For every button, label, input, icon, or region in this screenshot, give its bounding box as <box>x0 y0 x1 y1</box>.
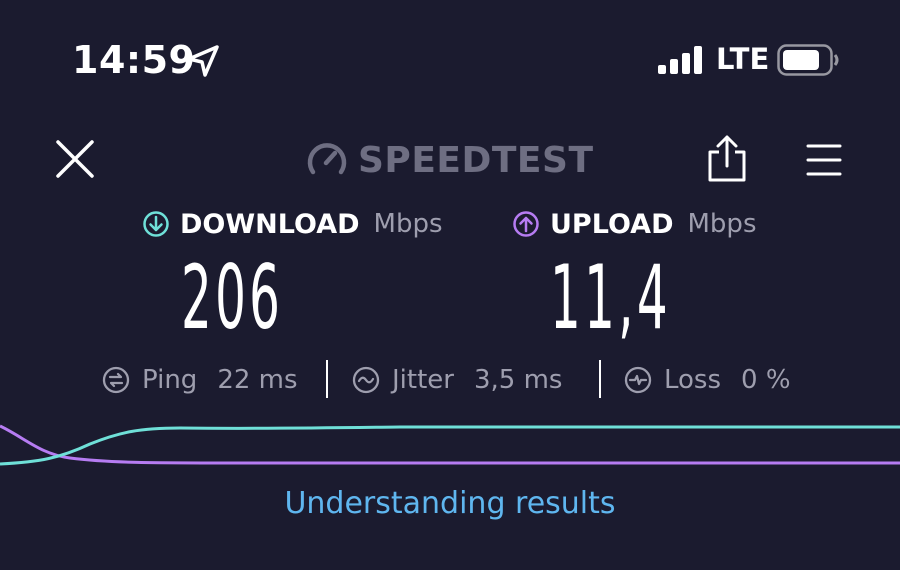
close-icon[interactable] <box>52 136 98 182</box>
download-arrow-icon <box>143 211 169 237</box>
ping-stat: Ping 22 ms <box>102 362 298 398</box>
understanding-results-link[interactable]: Understanding results <box>0 486 900 521</box>
loss-stat: Loss 0 % <box>624 362 791 398</box>
stat-divider <box>326 360 328 398</box>
speed-graph <box>0 424 900 466</box>
speedometer-icon <box>307 143 347 175</box>
upload-header: UPLOAD Mbps <box>512 206 757 242</box>
brand-logo: SPEEDTEST <box>306 138 594 182</box>
menu-icon[interactable] <box>806 142 842 178</box>
download-unit: Mbps <box>373 209 443 239</box>
packet-loss-icon <box>624 366 652 394</box>
upload-unit: Mbps <box>687 209 757 239</box>
jitter-icon <box>352 366 380 394</box>
download-value: 206 <box>181 246 284 349</box>
upload-value: 11,4 <box>550 246 671 349</box>
jitter-label: Jitter <box>392 365 454 395</box>
jitter-stat: Jitter 3,5 ms <box>352 362 562 398</box>
location-arrow-icon <box>187 45 219 77</box>
loss-label: Loss <box>664 365 722 395</box>
ping-icon <box>102 366 130 394</box>
jitter-value: 3,5 ms <box>473 365 563 395</box>
stat-divider <box>599 360 601 398</box>
share-icon[interactable] <box>706 134 748 184</box>
upload-label: UPLOAD <box>550 208 674 240</box>
loss-value: 0 % <box>741 365 791 395</box>
download-graph-line <box>0 425 900 466</box>
status-time: 14:59 <box>72 38 196 82</box>
network-type: LTE <box>716 42 770 76</box>
ping-label: Ping <box>142 365 198 395</box>
brand-name: SPEEDTEST <box>358 139 594 181</box>
ping-value: 22 ms <box>217 365 298 395</box>
upload-arrow-icon <box>513 211 539 237</box>
download-label: DOWNLOAD <box>180 208 360 240</box>
download-header: DOWNLOAD Mbps <box>142 206 443 242</box>
battery-icon <box>777 44 839 76</box>
cellular-signal-icon <box>658 46 702 74</box>
